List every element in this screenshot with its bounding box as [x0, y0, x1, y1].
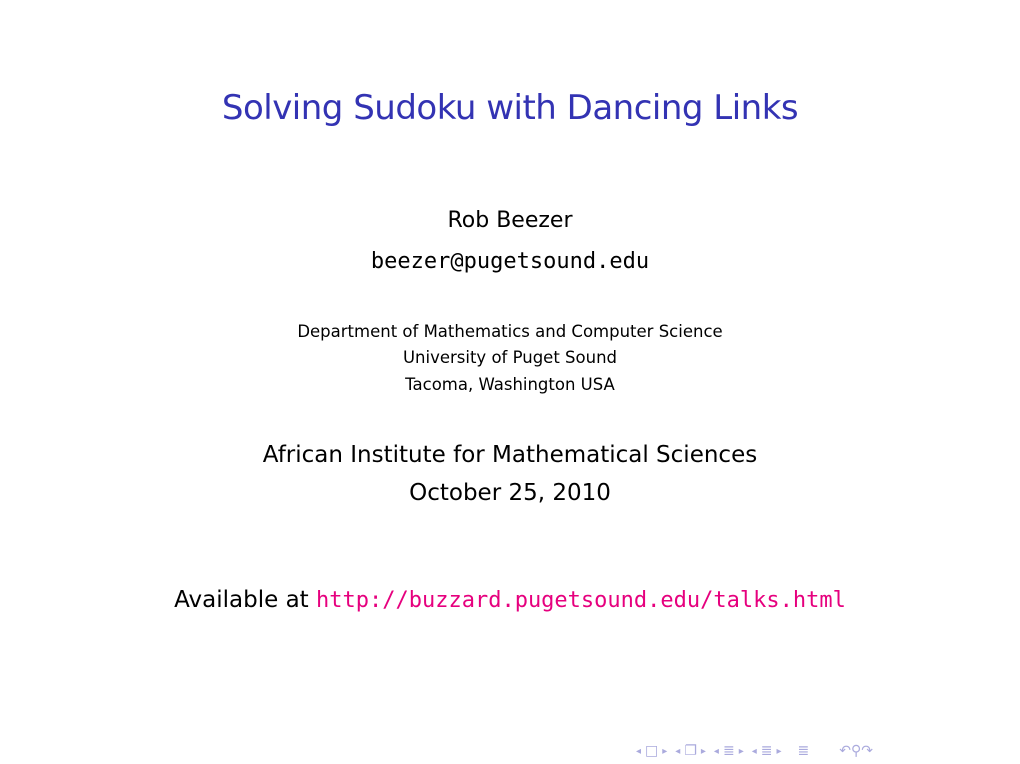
event-date: October 25, 2010 [409, 480, 611, 506]
section-icon[interactable]: ≣ [723, 743, 735, 759]
search-icon[interactable]: ⚲ [851, 743, 861, 759]
availability-prefix: Available at [174, 587, 317, 613]
undo-icon[interactable]: ↶ [839, 743, 851, 759]
author-name: Rob Beezer [447, 208, 573, 233]
slide-icon[interactable]: ❐ [684, 743, 697, 759]
subsection-next-icon[interactable]: ▸ [776, 746, 781, 757]
subsection-icon[interactable]: ≣ [761, 743, 773, 759]
subsection-prev-icon[interactable]: ◂ [752, 746, 757, 757]
institution-location: Tacoma, Washington USA [405, 375, 615, 394]
redo-icon[interactable]: ↷ [861, 743, 873, 759]
slide-title: Solving Sudoku with Dancing Links [221, 88, 799, 128]
frame-prev-icon[interactable]: ◂ [636, 746, 641, 757]
event-name: African Institute for Mathematical Scien… [262, 442, 758, 468]
slide-prev-icon[interactable]: ◂ [675, 746, 680, 757]
section-prev-icon[interactable]: ◂ [714, 746, 719, 757]
beamer-navigation-bar: ◂ □ ▸ ◂ ❐ ▸ ◂ ≣ ▸ ◂ ≣ ▸ ≣ ↶ ⚲ ↷ [632, 742, 873, 760]
author-email: beezer@pugetsound.edu [370, 249, 650, 274]
frame-next-icon[interactable]: ▸ [662, 746, 667, 757]
slide-next-icon[interactable]: ▸ [701, 746, 706, 757]
section-next-icon[interactable]: ▸ [739, 746, 744, 757]
frame-icon[interactable]: □ [645, 743, 658, 759]
talks-url-link[interactable]: http://buzzard.pugetsound.edu/talks.html [316, 588, 846, 613]
availability-line: Available at http://buzzard.pugetsound.e… [0, 587, 1020, 613]
institution-university: University of Puget Sound [402, 348, 618, 367]
toc-icon[interactable]: ≣ [798, 743, 810, 759]
institution-department: Department of Mathematics and Computer S… [297, 322, 723, 341]
